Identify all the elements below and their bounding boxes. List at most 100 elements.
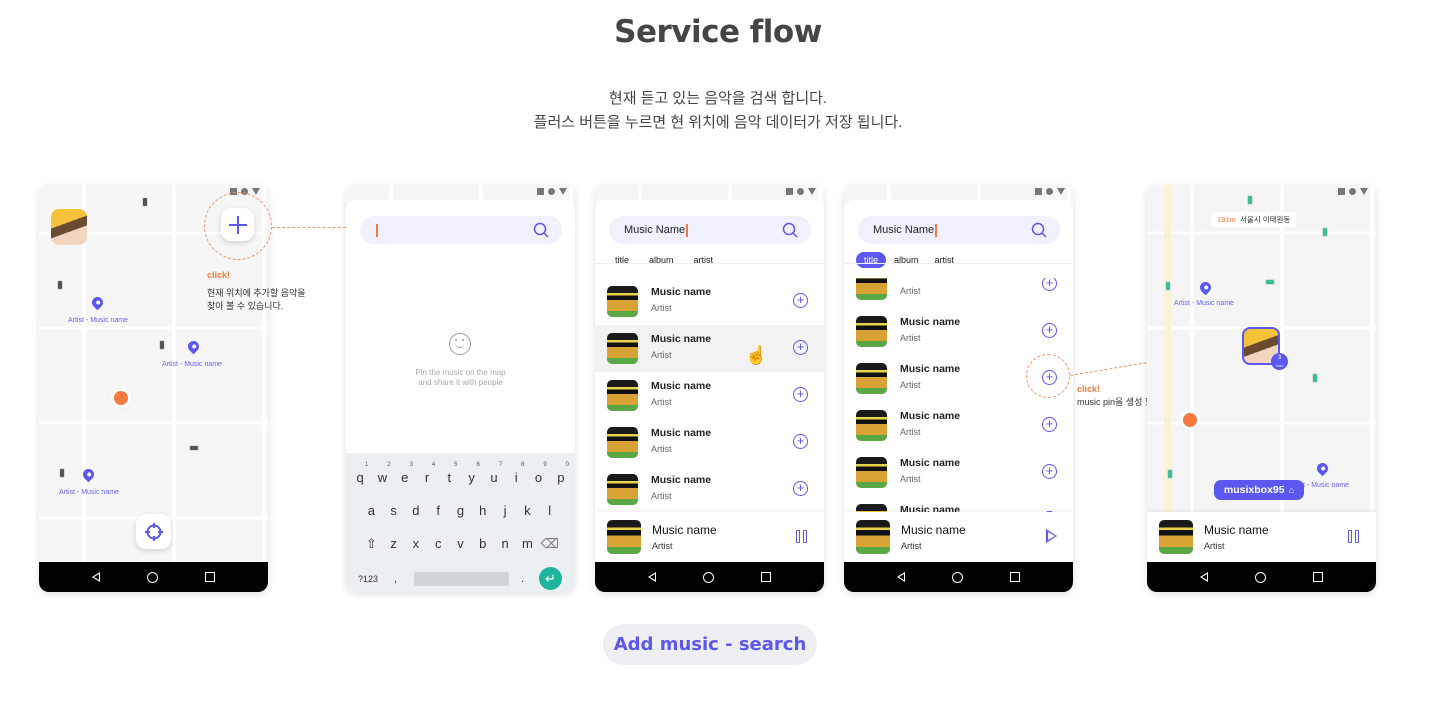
mini-player[interactable]: Music name Artist bbox=[844, 512, 1073, 562]
add-circle-icon[interactable]: + bbox=[793, 387, 808, 402]
player-artist: Artist bbox=[652, 541, 673, 551]
search-icon[interactable] bbox=[533, 222, 549, 238]
key-o[interactable]: o9 bbox=[527, 462, 549, 485]
add-circle-icon[interactable]: + bbox=[1042, 464, 1057, 479]
search-input[interactable]: Music Name bbox=[609, 216, 811, 244]
list-item[interactable]: Music nameArtist+ bbox=[595, 325, 824, 372]
page-title: Service flow bbox=[614, 14, 822, 50]
shift-key[interactable]: ⇧ bbox=[360, 536, 382, 552]
mini-player[interactable]: Music name Artist bbox=[595, 512, 824, 562]
key-e[interactable]: e3 bbox=[394, 462, 416, 485]
key-c[interactable]: c bbox=[427, 536, 449, 552]
space-key[interactable] bbox=[414, 571, 509, 586]
add-circle-icon[interactable]: + bbox=[1042, 323, 1057, 338]
symbols-key[interactable]: ?123 bbox=[358, 574, 382, 584]
mini-player[interactable]: Music name Artist bbox=[1147, 512, 1376, 562]
list-item[interactable]: Music nameArtist+ bbox=[595, 466, 824, 512]
key-m[interactable]: m bbox=[516, 536, 538, 552]
key-t[interactable]: t5 bbox=[438, 462, 460, 485]
album-art bbox=[856, 316, 887, 347]
pause-icon[interactable] bbox=[796, 530, 807, 543]
list-item[interactable]: Music nameArtist+ bbox=[844, 449, 1073, 496]
list-item[interactable]: Music nameArtist+ bbox=[595, 278, 824, 325]
key-p[interactable]: p0 bbox=[550, 462, 572, 485]
play-icon[interactable] bbox=[1046, 529, 1057, 543]
item-artist: Artist bbox=[651, 397, 672, 407]
key-x[interactable]: x bbox=[405, 536, 427, 552]
list-item[interactable]: Music nameArtist+ bbox=[595, 419, 824, 466]
back-icon[interactable] bbox=[1200, 572, 1209, 582]
key-b[interactable]: b bbox=[472, 536, 494, 552]
home-icon[interactable] bbox=[951, 571, 963, 583]
key-u[interactable]: u7 bbox=[483, 462, 505, 485]
period-key[interactable]: . bbox=[521, 573, 531, 585]
home-icon[interactable] bbox=[146, 571, 158, 583]
add-circle-icon[interactable]: + bbox=[793, 293, 808, 308]
list-item[interactable]: Music nameArtist+ bbox=[844, 308, 1073, 355]
tab-title[interactable]: title bbox=[607, 252, 637, 268]
key-h[interactable]: h bbox=[472, 503, 494, 518]
add-circle-icon[interactable]: + bbox=[1042, 278, 1057, 291]
list-item[interactable]: Music nameArtist+ bbox=[844, 402, 1073, 449]
locate-button[interactable] bbox=[136, 514, 171, 549]
time-badge: 3 min bbox=[1271, 353, 1288, 370]
tab-title[interactable]: title bbox=[856, 252, 887, 268]
back-icon[interactable] bbox=[897, 572, 906, 582]
key-n[interactable]: n bbox=[494, 536, 516, 552]
results-list[interactable]: Music nameArtist+Music nameArtist+Music … bbox=[595, 278, 824, 512]
recents-icon[interactable] bbox=[204, 572, 215, 582]
key-v[interactable]: v bbox=[449, 536, 471, 552]
item-artist: Artist bbox=[900, 474, 921, 484]
click-label: click! bbox=[1077, 384, 1101, 394]
key-r[interactable]: r4 bbox=[416, 462, 438, 485]
back-icon[interactable] bbox=[648, 572, 657, 582]
add-circle-icon[interactable]: + bbox=[793, 481, 808, 496]
avatar[interactable] bbox=[51, 209, 87, 245]
add-circle-icon[interactable]: + bbox=[1042, 417, 1057, 432]
search-input[interactable]: Music Name bbox=[858, 216, 1060, 244]
key-z[interactable]: z bbox=[382, 536, 404, 552]
key-s[interactable]: s bbox=[382, 503, 404, 518]
player-title: Music name bbox=[1204, 523, 1269, 537]
enter-key[interactable]: ↵ bbox=[539, 567, 562, 590]
tab-artist[interactable]: artist bbox=[927, 252, 963, 268]
key-f[interactable]: f bbox=[427, 503, 449, 518]
home-icon[interactable] bbox=[702, 571, 714, 583]
comma-key[interactable]: , bbox=[394, 573, 404, 585]
key-k[interactable]: k bbox=[516, 503, 538, 518]
key-y[interactable]: y6 bbox=[461, 462, 483, 485]
key-q[interactable]: q1 bbox=[349, 462, 371, 485]
key-a[interactable]: a bbox=[360, 503, 382, 518]
search-input[interactable] bbox=[360, 216, 562, 244]
key-l[interactable]: l bbox=[539, 503, 561, 518]
tab-artist[interactable]: artist bbox=[686, 252, 722, 268]
search-icon[interactable] bbox=[1031, 222, 1047, 238]
key-g[interactable]: g bbox=[449, 503, 471, 518]
backspace-key[interactable]: ⌫ bbox=[539, 536, 561, 552]
recents-icon[interactable] bbox=[1009, 572, 1020, 582]
list-item[interactable]: Music nameArtist+ bbox=[844, 278, 1073, 308]
user-home-button[interactable]: musixbox95 ⌂ bbox=[1214, 480, 1304, 500]
item-artist: Artist bbox=[900, 380, 921, 390]
album-art bbox=[607, 333, 638, 364]
location-label: 191m 서울시 이태원동 bbox=[1211, 212, 1297, 227]
pause-icon[interactable] bbox=[1348, 530, 1359, 543]
album-art bbox=[607, 380, 638, 411]
recents-icon[interactable] bbox=[1312, 572, 1323, 582]
list-item[interactable]: Music nameArtist+ bbox=[595, 372, 824, 419]
home-icon[interactable] bbox=[1254, 571, 1266, 583]
recents-icon[interactable] bbox=[760, 572, 771, 582]
list-item[interactable]: Music nameArtist+ bbox=[844, 496, 1073, 512]
key-w[interactable]: w2 bbox=[371, 462, 393, 485]
add-circle-icon[interactable]: + bbox=[793, 434, 808, 449]
key-j[interactable]: j bbox=[494, 503, 516, 518]
add-circle-icon[interactable]: + bbox=[793, 340, 808, 355]
key-number-hint: 1 bbox=[364, 462, 369, 468]
tab-album[interactable]: album bbox=[886, 252, 927, 268]
add-music-search-button[interactable]: Add music - search bbox=[603, 624, 817, 665]
tab-album[interactable]: album bbox=[641, 252, 682, 268]
search-icon[interactable] bbox=[782, 222, 798, 238]
back-icon[interactable] bbox=[92, 572, 101, 582]
key-d[interactable]: d bbox=[405, 503, 427, 518]
key-i[interactable]: i8 bbox=[505, 462, 527, 485]
